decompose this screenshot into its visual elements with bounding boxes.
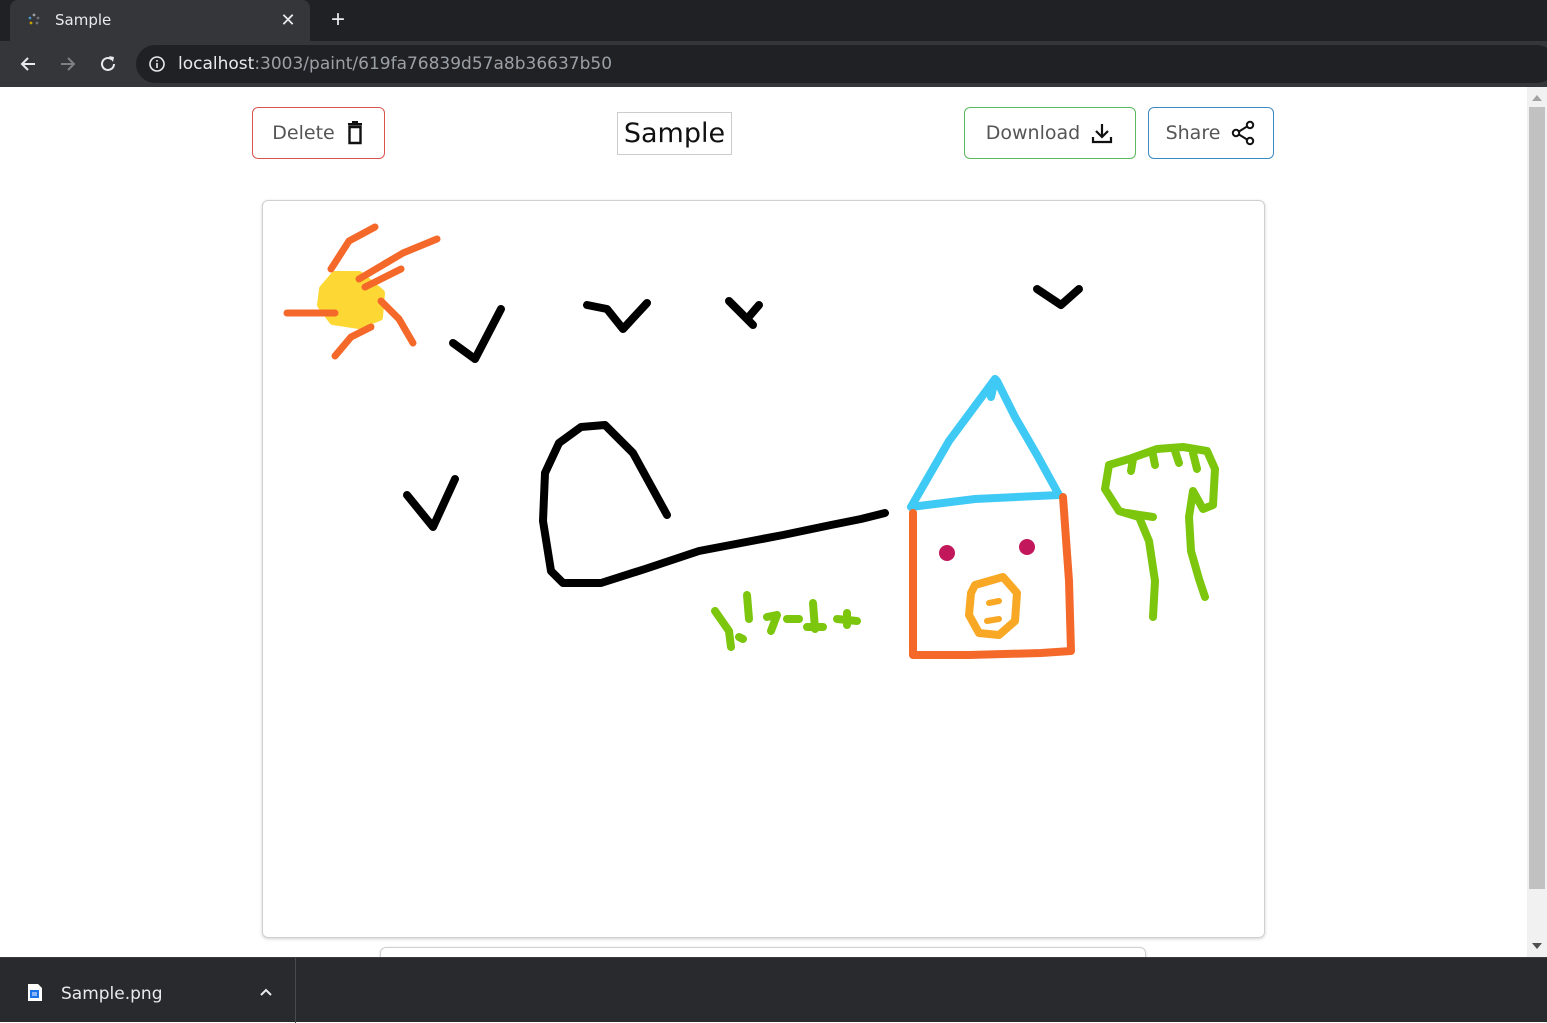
reload-button[interactable] bbox=[93, 49, 123, 79]
page-content: Delete Sample Download Share bbox=[0, 87, 1527, 957]
share-label: Share bbox=[1165, 122, 1221, 144]
loading-icon bbox=[28, 13, 40, 25]
arrow-left-icon bbox=[20, 57, 35, 71]
tree-drawing bbox=[1101, 443, 1219, 621]
download-label: Download bbox=[985, 122, 1081, 144]
tab-title: Sample bbox=[55, 11, 112, 29]
url-host: localhost bbox=[178, 54, 255, 74]
arrow-right-icon bbox=[61, 57, 76, 71]
download-shelf: Sample.png bbox=[0, 957, 1547, 1023]
share-icon bbox=[1232, 120, 1255, 146]
forward-button[interactable] bbox=[53, 49, 83, 79]
url-text[interactable]: localhost:3003/paint/619fa76839d57a8b366… bbox=[178, 54, 612, 74]
sun-drawing bbox=[283, 223, 441, 360]
page-scrollbar[interactable] bbox=[1527, 87, 1547, 957]
secondary-card bbox=[380, 947, 1146, 957]
download-icon bbox=[1092, 124, 1113, 144]
delete-button[interactable]: Delete bbox=[252, 107, 385, 159]
url-path: :3003/paint/619fa76839d57a8b36637b50 bbox=[254, 54, 613, 74]
scroll-thumb[interactable] bbox=[1529, 107, 1545, 889]
address-bar[interactable]: localhost:3003/paint/619fa76839d57a8b366… bbox=[136, 45, 1547, 83]
drawing-canvas[interactable] bbox=[262, 200, 1265, 938]
drawing-title[interactable]: Sample bbox=[617, 112, 732, 155]
info-icon[interactable] bbox=[148, 55, 166, 73]
reload-icon bbox=[101, 56, 115, 71]
back-button[interactable] bbox=[13, 49, 43, 79]
download-file-name: Sample.png bbox=[61, 984, 163, 1004]
download-item[interactable]: Sample.png bbox=[0, 958, 296, 1023]
browser-toolbar: localhost:3003/paint/619fa76839d57a8b366… bbox=[0, 41, 1547, 87]
delete-label: Delete bbox=[272, 122, 335, 144]
new-tab-icon[interactable]: + bbox=[324, 6, 352, 34]
download-button[interactable]: Download bbox=[964, 107, 1136, 159]
chevron-up-icon[interactable] bbox=[257, 986, 275, 998]
file-icon bbox=[28, 984, 42, 1001]
trash-icon bbox=[347, 121, 362, 145]
share-button[interactable]: Share bbox=[1148, 107, 1274, 159]
grass-drawing bbox=[711, 591, 861, 651]
close-tab-icon[interactable]: ✕ bbox=[278, 10, 298, 30]
pipe-drawing bbox=[539, 421, 889, 587]
scroll-up-icon[interactable] bbox=[1532, 95, 1542, 101]
browser-tab[interactable]: Sample ✕ bbox=[10, 0, 310, 41]
house-drawing bbox=[907, 375, 1075, 659]
browser-tab-bar: Sample ✕ + bbox=[0, 0, 1547, 41]
scroll-down-icon[interactable] bbox=[1532, 943, 1542, 949]
